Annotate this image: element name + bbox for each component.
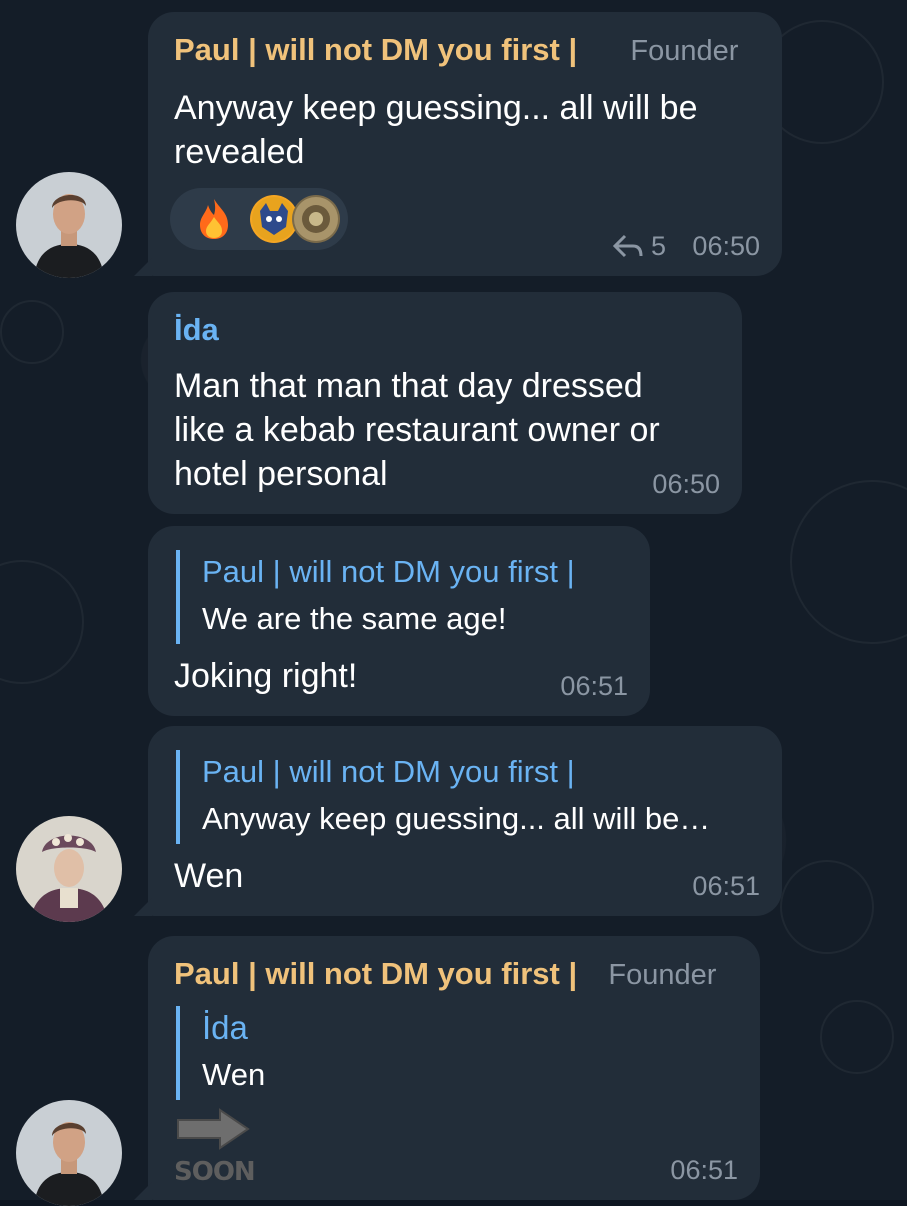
arrow-sticker-icon <box>177 1108 250 1150</box>
message-bubble[interactable]: Paul | will not DM you first | Founder A… <box>134 12 782 276</box>
reply-quote[interactable]: Paul | will not DM you first | We are th… <box>176 550 575 644</box>
reaction-avatar <box>292 195 340 243</box>
reaction-avatar <box>250 195 298 243</box>
reply-quote[interactable]: Paul | will not DM you first | Anyway ke… <box>176 750 710 844</box>
message-text: Joking right! <box>174 657 358 695</box>
reply-count-value: 5 <box>650 231 666 261</box>
message-bubble[interactable]: Paul | will not DM you first | Founder İ… <box>134 936 760 1200</box>
reply-count[interactable]: 5 <box>613 231 666 262</box>
message-time: 06:50 <box>652 469 720 499</box>
sender-name[interactable]: Paul | will not DM you first | <box>174 32 577 67</box>
avatar[interactable] <box>16 816 122 922</box>
message-text: Anyway keep guessing... all will be reve… <box>174 86 698 174</box>
quote-text: Wen <box>202 1057 266 1092</box>
sender-name[interactable]: İda <box>174 312 219 347</box>
role-badge: Founder <box>630 35 739 67</box>
message-bubble[interactable]: Paul | will not DM you first | Anyway ke… <box>134 726 782 916</box>
quote-text: We are the same age! <box>202 601 507 636</box>
message-text: Wen <box>174 857 244 895</box>
avatar[interactable] <box>16 1100 122 1206</box>
fire-emoji-icon <box>190 195 238 243</box>
role-badge: Founder <box>608 959 717 991</box>
message-line: hotel personal <box>174 455 388 493</box>
message-line: Anyway keep guessing... all will be <box>174 89 698 127</box>
message-line: like a kebab restaurant owner or <box>174 411 660 449</box>
message-text: Man that man that day dressed like a keb… <box>174 364 660 496</box>
sticker-text: SOON <box>174 1157 256 1187</box>
reply-arrow-icon <box>613 234 643 258</box>
reply-quote[interactable]: İda Wen <box>176 1006 265 1100</box>
message-time: 06:51 <box>670 1155 738 1185</box>
soon-sticker[interactable]: SOON <box>174 1106 264 1190</box>
sender-name[interactable]: Paul | will not DM you first | <box>174 956 577 991</box>
message-time: 06:51 <box>692 871 760 901</box>
message-time: 06:51 <box>560 671 628 701</box>
message-bubble[interactable]: İda Man that man that day dressed like a… <box>148 292 742 514</box>
message-line: Man that man that day dressed <box>174 367 643 405</box>
quote-sender: İda <box>202 1009 248 1046</box>
avatar[interactable] <box>16 172 122 278</box>
message-bubble[interactable]: Paul | will not DM you first | We are th… <box>148 526 650 716</box>
sender-row: Paul | will not DM you first | Founder <box>174 956 716 992</box>
message-line: revealed <box>174 133 305 171</box>
sender-row: İda <box>174 312 219 348</box>
sender-row: Paul | will not DM you first | Founder <box>174 32 738 68</box>
quote-sender: Paul | will not DM you first | <box>202 754 575 789</box>
quote-sender: Paul | will not DM you first | <box>202 554 575 589</box>
quote-text: Anyway keep guessing... all will be… <box>202 801 711 836</box>
reactions-bar[interactable] <box>170 188 348 250</box>
message-time: 06:50 <box>692 231 760 261</box>
